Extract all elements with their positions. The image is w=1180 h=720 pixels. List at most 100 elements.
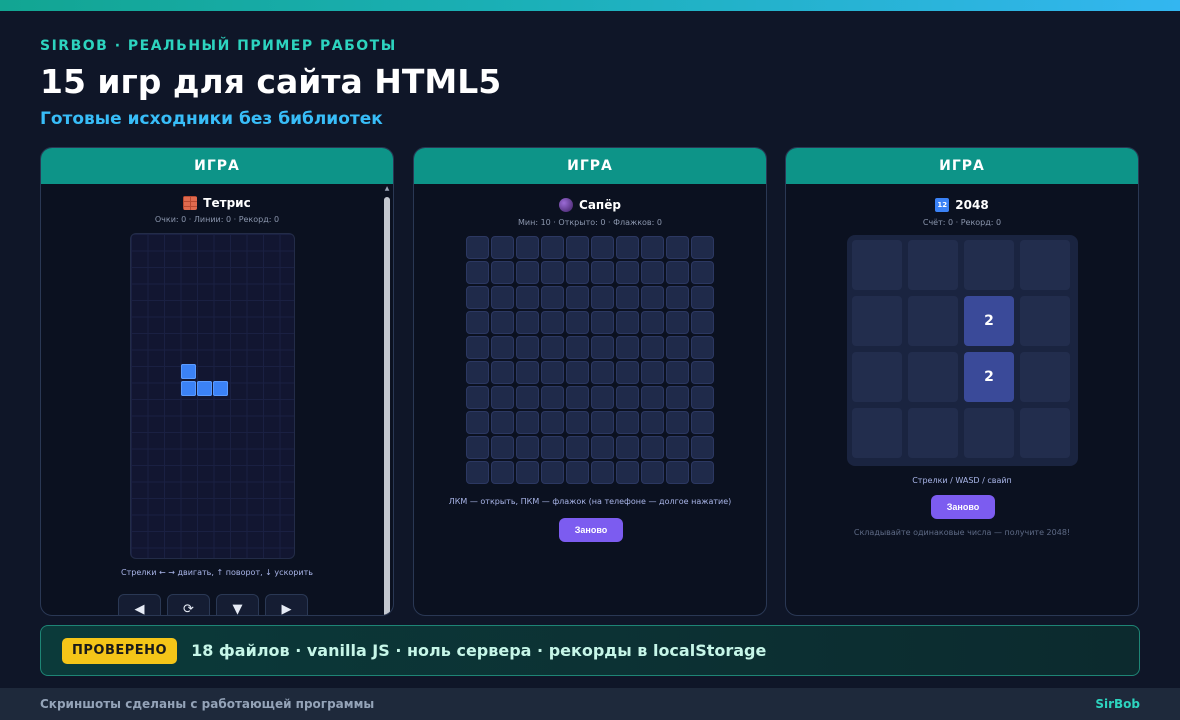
mine-cell[interactable] xyxy=(566,311,589,334)
mine-cell[interactable] xyxy=(591,461,614,484)
mine-cell[interactable] xyxy=(491,286,514,309)
minesweeper-grid[interactable] xyxy=(466,236,716,486)
mine-cell[interactable] xyxy=(516,436,539,459)
mine-cell[interactable] xyxy=(691,386,714,409)
mine-cell[interactable] xyxy=(466,311,489,334)
mine-cell[interactable] xyxy=(466,236,489,259)
mine-cell[interactable] xyxy=(491,386,514,409)
mine-cell[interactable] xyxy=(466,361,489,384)
mine-cell[interactable] xyxy=(491,311,514,334)
mine-cell[interactable] xyxy=(541,411,564,434)
mine-cell[interactable] xyxy=(591,261,614,284)
mine-cell[interactable] xyxy=(566,461,589,484)
mine-cell[interactable] xyxy=(641,436,664,459)
move-left-button[interactable]: ◀ xyxy=(118,594,161,615)
mine-cell[interactable] xyxy=(616,236,639,259)
mine-cell[interactable] xyxy=(541,336,564,359)
mine-cell[interactable] xyxy=(691,286,714,309)
mine-cell[interactable] xyxy=(591,311,614,334)
mine-cell[interactable] xyxy=(516,286,539,309)
mine-cell[interactable] xyxy=(516,311,539,334)
mine-cell[interactable] xyxy=(541,461,564,484)
mine-cell[interactable] xyxy=(616,261,639,284)
mine-cell[interactable] xyxy=(516,236,539,259)
mine-cell[interactable] xyxy=(491,261,514,284)
mine-cell[interactable] xyxy=(616,311,639,334)
mine-cell[interactable] xyxy=(566,236,589,259)
mine-cell[interactable] xyxy=(591,361,614,384)
mine-cell[interactable] xyxy=(641,336,664,359)
mine-cell[interactable] xyxy=(566,336,589,359)
mine-cell[interactable] xyxy=(516,361,539,384)
mine-cell[interactable] xyxy=(516,261,539,284)
mine-cell[interactable] xyxy=(591,286,614,309)
mine-cell[interactable] xyxy=(616,411,639,434)
mine-cell[interactable] xyxy=(491,236,514,259)
mine-cell[interactable] xyxy=(566,286,589,309)
drop-button[interactable]: ▼ xyxy=(216,594,259,615)
mine-cell[interactable] xyxy=(491,336,514,359)
mine-cell[interactable] xyxy=(666,236,689,259)
mine-cell[interactable] xyxy=(641,411,664,434)
mine-cell[interactable] xyxy=(641,236,664,259)
mine-cell[interactable] xyxy=(466,461,489,484)
mine-cell[interactable] xyxy=(491,436,514,459)
mine-cell[interactable] xyxy=(516,386,539,409)
mine-cell[interactable] xyxy=(691,411,714,434)
mine-cell[interactable] xyxy=(641,461,664,484)
mine-cell[interactable] xyxy=(641,386,664,409)
mine-cell[interactable] xyxy=(691,461,714,484)
mine-cell[interactable] xyxy=(666,336,689,359)
tetris-board[interactable] xyxy=(130,233,295,559)
mine-cell[interactable] xyxy=(591,386,614,409)
mine-cell[interactable] xyxy=(466,411,489,434)
move-right-button[interactable]: ▶ xyxy=(265,594,308,615)
mine-cell[interactable] xyxy=(591,236,614,259)
mine-cell[interactable] xyxy=(516,411,539,434)
mine-cell[interactable] xyxy=(541,236,564,259)
mine-cell[interactable] xyxy=(691,236,714,259)
mine-cell[interactable] xyxy=(466,386,489,409)
mine-cell[interactable] xyxy=(591,436,614,459)
mine-cell[interactable] xyxy=(541,261,564,284)
restart-button[interactable]: Заново xyxy=(559,518,623,542)
restart-button[interactable]: Заново xyxy=(931,495,995,519)
mine-cell[interactable] xyxy=(541,361,564,384)
mine-cell[interactable] xyxy=(491,411,514,434)
mine-cell[interactable] xyxy=(641,286,664,309)
mine-cell[interactable] xyxy=(541,286,564,309)
mine-cell[interactable] xyxy=(691,311,714,334)
mine-cell[interactable] xyxy=(691,336,714,359)
mine-cell[interactable] xyxy=(666,386,689,409)
mine-cell[interactable] xyxy=(666,361,689,384)
mine-cell[interactable] xyxy=(641,261,664,284)
scroll-up-arrow-icon[interactable]: ▲ xyxy=(384,186,390,192)
mine-cell[interactable] xyxy=(466,261,489,284)
mine-cell[interactable] xyxy=(566,436,589,459)
mine-cell[interactable] xyxy=(491,361,514,384)
board-2048[interactable]: 22 xyxy=(847,235,1078,466)
mine-cell[interactable] xyxy=(616,436,639,459)
mine-cell[interactable] xyxy=(466,336,489,359)
mine-cell[interactable] xyxy=(691,361,714,384)
mine-cell[interactable] xyxy=(616,386,639,409)
mine-cell[interactable] xyxy=(541,311,564,334)
mine-cell[interactable] xyxy=(666,411,689,434)
mine-cell[interactable] xyxy=(641,361,664,384)
rotate-button[interactable]: ⟳ xyxy=(167,594,210,615)
mine-cell[interactable] xyxy=(666,461,689,484)
mine-cell[interactable] xyxy=(516,461,539,484)
mine-cell[interactable] xyxy=(616,361,639,384)
mine-cell[interactable] xyxy=(591,411,614,434)
mine-cell[interactable] xyxy=(466,436,489,459)
scrollbar-thumb[interactable] xyxy=(384,197,390,615)
mine-cell[interactable] xyxy=(666,261,689,284)
mine-cell[interactable] xyxy=(666,311,689,334)
mine-cell[interactable] xyxy=(666,286,689,309)
mine-cell[interactable] xyxy=(491,461,514,484)
mine-cell[interactable] xyxy=(541,436,564,459)
mine-cell[interactable] xyxy=(666,436,689,459)
mine-cell[interactable] xyxy=(466,286,489,309)
mine-cell[interactable] xyxy=(566,361,589,384)
mine-cell[interactable] xyxy=(566,261,589,284)
